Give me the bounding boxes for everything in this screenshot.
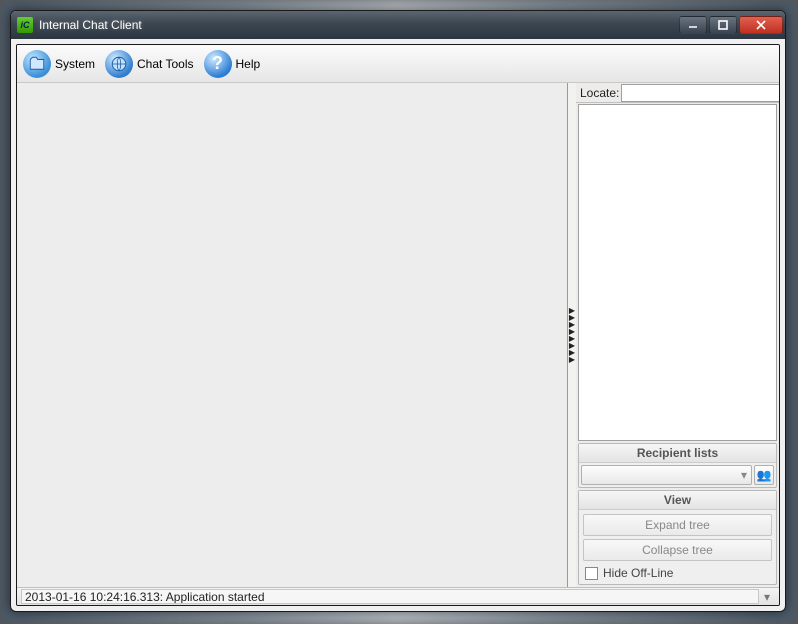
close-button[interactable]: [739, 16, 783, 34]
view-heading: View: [579, 491, 776, 510]
status-text: 2013-01-16 10:24:16.313: Application sta…: [21, 589, 759, 604]
toolbar: System Chat Tools ? Help: [17, 45, 779, 83]
system-menu-label: System: [55, 57, 95, 71]
collapse-tree-button[interactable]: Collapse tree: [583, 539, 772, 561]
app-window: iC Internal Chat Client System Chat Tool…: [10, 10, 786, 612]
maximize-button[interactable]: [709, 16, 737, 34]
recipient-list-dropdown[interactable]: ▾: [581, 465, 752, 485]
hide-offline-label: Hide Off-Line: [603, 566, 673, 580]
locate-input[interactable]: [621, 84, 780, 102]
globe-icon: [105, 50, 133, 78]
help-icon: ?: [204, 50, 232, 78]
side-pane: Locate: Recipient lists ▾ 👥 View Expand …: [576, 83, 779, 587]
view-section: View Expand tree Collapse tree Hide Off-…: [578, 490, 777, 585]
app-icon: iC: [17, 17, 33, 33]
locate-row: Locate:: [576, 83, 779, 103]
chat-tools-menu-label: Chat Tools: [137, 57, 193, 71]
recipient-lists-section: Recipient lists ▾ 👥: [578, 443, 777, 488]
chat-tools-menu[interactable]: Chat Tools: [103, 48, 201, 80]
splitter-handle[interactable]: ▶▶▶▶▶▶▶▶: [568, 83, 576, 587]
recipient-lists-heading: Recipient lists: [579, 444, 776, 463]
expand-tree-button[interactable]: Expand tree: [583, 514, 772, 536]
help-menu[interactable]: ? Help: [202, 48, 269, 80]
recipient-list-add-button[interactable]: 👥: [754, 465, 774, 485]
client-area: System Chat Tools ? Help ▶▶▶▶▶▶▶▶ Locate…: [16, 44, 780, 606]
hide-offline-row[interactable]: Hide Off-Line: [583, 564, 772, 580]
hide-offline-checkbox[interactable]: [585, 567, 598, 580]
help-menu-label: Help: [236, 57, 261, 71]
titlebar[interactable]: iC Internal Chat Client: [11, 11, 785, 39]
users-icon: 👥: [757, 468, 772, 482]
minimize-button[interactable]: [679, 16, 707, 34]
statusbar: 2013-01-16 10:24:16.313: Application sta…: [17, 587, 779, 605]
contact-tree[interactable]: [578, 104, 777, 441]
system-menu[interactable]: System: [21, 48, 103, 80]
status-dropdown-button[interactable]: ▾: [759, 590, 775, 604]
folder-icon: [23, 50, 51, 78]
main-pane: [17, 83, 568, 587]
body-area: ▶▶▶▶▶▶▶▶ Locate: Recipient lists ▾ 👥 Vie…: [17, 83, 779, 587]
window-title: Internal Chat Client: [39, 18, 677, 32]
chevron-right-icon: ▶: [569, 356, 575, 363]
chevron-down-icon: ▾: [741, 468, 747, 482]
locate-label: Locate:: [576, 86, 621, 100]
